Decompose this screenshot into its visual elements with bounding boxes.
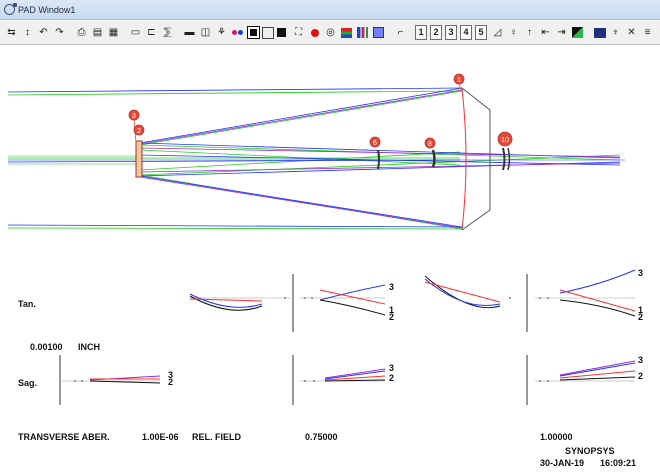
- grid-icon[interactable]: ▦: [106, 25, 121, 41]
- sag-panel3-label-2: 2: [638, 371, 644, 381]
- tan-panel3-red: [424, 281, 501, 303]
- tan-panel1-red: [189, 298, 263, 302]
- spin-icon[interactable]: ↕: [20, 25, 35, 41]
- wave-icon[interactable]: ◿: [490, 25, 505, 41]
- lens-element-10: [502, 147, 506, 171]
- field-full: 1.00000: [540, 432, 573, 442]
- print-icon[interactable]: ⎙: [74, 25, 89, 41]
- sag-label: Sag.: [18, 378, 38, 388]
- page-4-button[interactable]: 4: [460, 25, 472, 40]
- probe-icon[interactable]: ♀: [506, 25, 521, 41]
- tan-label: Tan.: [18, 299, 36, 309]
- svg-text:10: 10: [501, 137, 509, 144]
- undo-icon[interactable]: ↶: [36, 25, 51, 41]
- svg-text:1: 1: [457, 77, 461, 84]
- tan-panel4-label-2: 2: [638, 312, 644, 322]
- stack-icon[interactable]: [339, 25, 354, 41]
- page-3-button[interactable]: 3: [445, 25, 457, 40]
- surface-marker-10: 10: [497, 131, 513, 147]
- secondary-mirror: [135, 140, 143, 178]
- sag-panel1-label-2: 2: [168, 377, 174, 387]
- window-title: PAD Window1: [18, 4, 76, 15]
- lens-element-6: [377, 149, 380, 170]
- sag-panel2-label-2: 2: [389, 373, 395, 383]
- display-icon[interactable]: ▭: [128, 25, 143, 41]
- primary-mirror: [461, 87, 467, 231]
- surface-marker-1: 1: [453, 73, 465, 91]
- lens-element-10b: [507, 147, 511, 171]
- title-bar: PAD Window1: [0, 0, 660, 20]
- date-label: 30-JAN-19: [540, 458, 585, 468]
- surface-marker-6: 6: [369, 136, 381, 148]
- toolbar: ⇆ ↕ ↶ ↷ ⎙ ▤ ▦ ▭ ⊏ ⅀ ▬ ◫ ⚘ ⛶ ◎ ⌐ 1 2 3 4 …: [0, 21, 660, 45]
- text-icon[interactable]: ⅀: [160, 25, 175, 41]
- lens-layout: 1 3 2 6 8 10: [7, 73, 625, 231]
- record-icon[interactable]: [307, 25, 322, 41]
- tan-panel2-label-2: 2: [389, 312, 395, 322]
- square-solid-icon[interactable]: [277, 28, 286, 37]
- expand-icon[interactable]: ⇤: [538, 25, 553, 41]
- surface-marker-2: 2: [133, 124, 145, 136]
- tan-panel4-blue: [559, 269, 636, 294]
- palette-icon[interactable]: [371, 25, 386, 41]
- target-icon[interactable]: ◎: [323, 25, 338, 41]
- ray-bundle-purple: [139, 89, 621, 229]
- tan-panel4-red: [559, 289, 636, 312]
- bars-icon[interactable]: [355, 25, 370, 41]
- adjust-icon[interactable]: ⇆: [4, 25, 19, 41]
- sag-panel3-purple: [559, 360, 636, 376]
- time-label: 16:09:21: [600, 458, 637, 468]
- scale-icon[interactable]: ⊏: [144, 25, 159, 41]
- square-open-icon[interactable]: [262, 26, 274, 39]
- menu-icon[interactable]: [592, 25, 607, 41]
- app-icon: [4, 3, 17, 15]
- wavelength: 1.00E-06: [142, 432, 179, 442]
- surface-marker-8: 8: [424, 137, 436, 149]
- arrow-up-icon[interactable]: ↑: [522, 25, 537, 41]
- scale-value: 0.00100: [30, 342, 63, 352]
- lens-drawing: 1 3 2 6 8 10: [7, 73, 636, 405]
- shrink-icon[interactable]: ⇥: [554, 25, 569, 41]
- brand-label: SYNOPSYS: [565, 446, 615, 456]
- redo-icon[interactable]: ↷: [52, 25, 67, 41]
- svg-text:6: 6: [373, 140, 377, 147]
- rel-field-label: REL. FIELD: [192, 432, 241, 442]
- color-map-icon[interactable]: [570, 25, 585, 41]
- sag-panel2-label-3: 3: [389, 363, 395, 373]
- lens-element-8: [431, 149, 436, 168]
- axis-dots: [74, 297, 549, 382]
- scale-unit: INCH: [78, 342, 100, 352]
- window-icon[interactable]: ⌐: [393, 25, 408, 41]
- page-2-button[interactable]: 2: [430, 25, 442, 40]
- aberration-type: TRANSVERSE ABER.: [18, 432, 110, 442]
- lens-icon[interactable]: ◫: [198, 25, 213, 41]
- tan-panel4-label-3: 3: [638, 268, 644, 278]
- svg-text:3: 3: [132, 113, 136, 120]
- zoom-icon[interactable]: ⛶: [291, 25, 306, 41]
- svg-text:2: 2: [137, 128, 141, 135]
- rays-icon[interactable]: ⚘: [214, 25, 229, 41]
- tan-panel2-label-3: 3: [389, 282, 395, 292]
- field-mid: 0.75000: [305, 432, 338, 442]
- flag-icon[interactable]: ♆: [608, 25, 623, 41]
- aberration-plots: [59, 269, 636, 405]
- equals-icon[interactable]: ≡: [640, 25, 655, 41]
- close-icon[interactable]: ✕: [624, 25, 639, 41]
- pad-canvas: 1 3 2 6 8 10 3 1 2 3 1 2 3 2 3 2 3 2 Tan…: [0, 45, 660, 474]
- svg-text:8: 8: [428, 141, 432, 148]
- dots-icon[interactable]: [230, 25, 245, 41]
- square-filled-icon[interactable]: [246, 25, 261, 41]
- page-5-button[interactable]: 5: [475, 25, 487, 40]
- page-1-button[interactable]: 1: [415, 25, 427, 40]
- sag-panel3-label-3: 3: [638, 355, 644, 365]
- ruler-icon[interactable]: ▬: [182, 25, 197, 41]
- print-preview-icon[interactable]: ▤: [90, 25, 105, 41]
